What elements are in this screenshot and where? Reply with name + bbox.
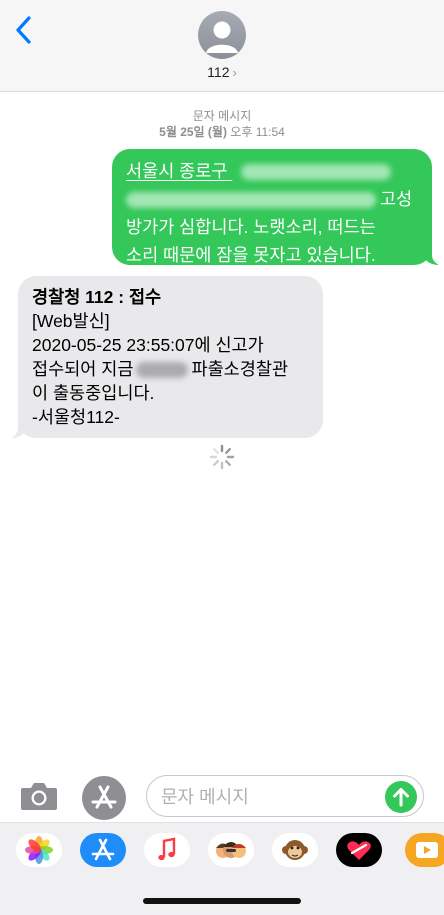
camera-icon (21, 783, 57, 810)
redacted-address (241, 164, 392, 181)
conversation-header: 112 › (0, 0, 444, 92)
redacted-address (126, 192, 376, 209)
app-store-icon (91, 838, 115, 861)
outgoing-line-2: 고성 (126, 185, 420, 213)
digital-touch-icon (347, 841, 371, 860)
outgoing-line-1: 서울시 종로구 (126, 157, 420, 185)
redacted-station (136, 362, 189, 379)
contact-name: 112 (207, 64, 230, 80)
arrow-up-icon (393, 788, 409, 807)
incoming-message-bubble[interactable]: 경찰청 112 : 접수 [Web발신] 2020-05-25 23:55:07… (5, 276, 323, 438)
message-type-label: 문자 메시지 (192, 109, 252, 123)
app-store-app-button[interactable] (80, 833, 126, 867)
incoming-line-3: 2020-05-25 23:55:07에 신고가 (32, 335, 264, 355)
memoji-icon (216, 842, 246, 858)
video-app-icon (416, 842, 438, 858)
camera-button[interactable] (19, 780, 59, 812)
person-icon (206, 21, 238, 53)
incoming-line-6: -서울청112- (32, 407, 120, 427)
video-app-button[interactable] (405, 833, 444, 867)
incoming-title: 경찰청 112 : 접수 (32, 287, 162, 307)
incoming-line-4: 접수되어 지금 파출소경찰관 (32, 359, 289, 379)
timestamp-date: 5월 25일 (월) (159, 125, 227, 139)
loading-spinner-icon (209, 444, 235, 470)
animoji-app-button[interactable] (272, 833, 318, 867)
apps-button[interactable] (82, 776, 126, 820)
contact-name-row[interactable]: 112 › (0, 64, 444, 80)
outgoing-message-bubble[interactable]: 서울시 종로구 고성 방가가 심합니다. 노랫소리, 떠드는 소리 때문에 잠을… (112, 149, 444, 265)
home-indicator[interactable] (143, 898, 301, 904)
monkey-animoji-icon (282, 840, 308, 860)
avatar[interactable] (198, 11, 246, 59)
incoming-line-2: [Web발신] (32, 311, 110, 331)
message-input[interactable] (161, 785, 381, 809)
chevron-left-icon (16, 16, 31, 44)
digital-touch-app-button[interactable] (336, 833, 382, 867)
music-app-button[interactable] (144, 833, 190, 867)
send-button[interactable] (385, 781, 417, 813)
outgoing-line-4: 소리 때문에 잠을 못자고 있습니다. (126, 245, 376, 265)
chevron-right-icon: › (232, 65, 237, 80)
outgoing-line-3: 방가가 심합니다. 노랫소리, 떠드는 (126, 217, 376, 237)
incoming-line-5: 이 출동중입니다. (32, 383, 155, 403)
timestamp-time: 오후 11:54 (230, 125, 285, 139)
memoji-app-button[interactable] (208, 833, 254, 867)
photos-icon (25, 836, 53, 864)
photos-app-button[interactable] (16, 833, 62, 867)
back-button[interactable] (12, 14, 36, 46)
music-icon (158, 837, 176, 861)
timestamp: 5월 25일 (월) 오후 11:54 (0, 124, 444, 140)
app-store-icon (91, 785, 117, 809)
message-input-container[interactable] (146, 775, 424, 817)
